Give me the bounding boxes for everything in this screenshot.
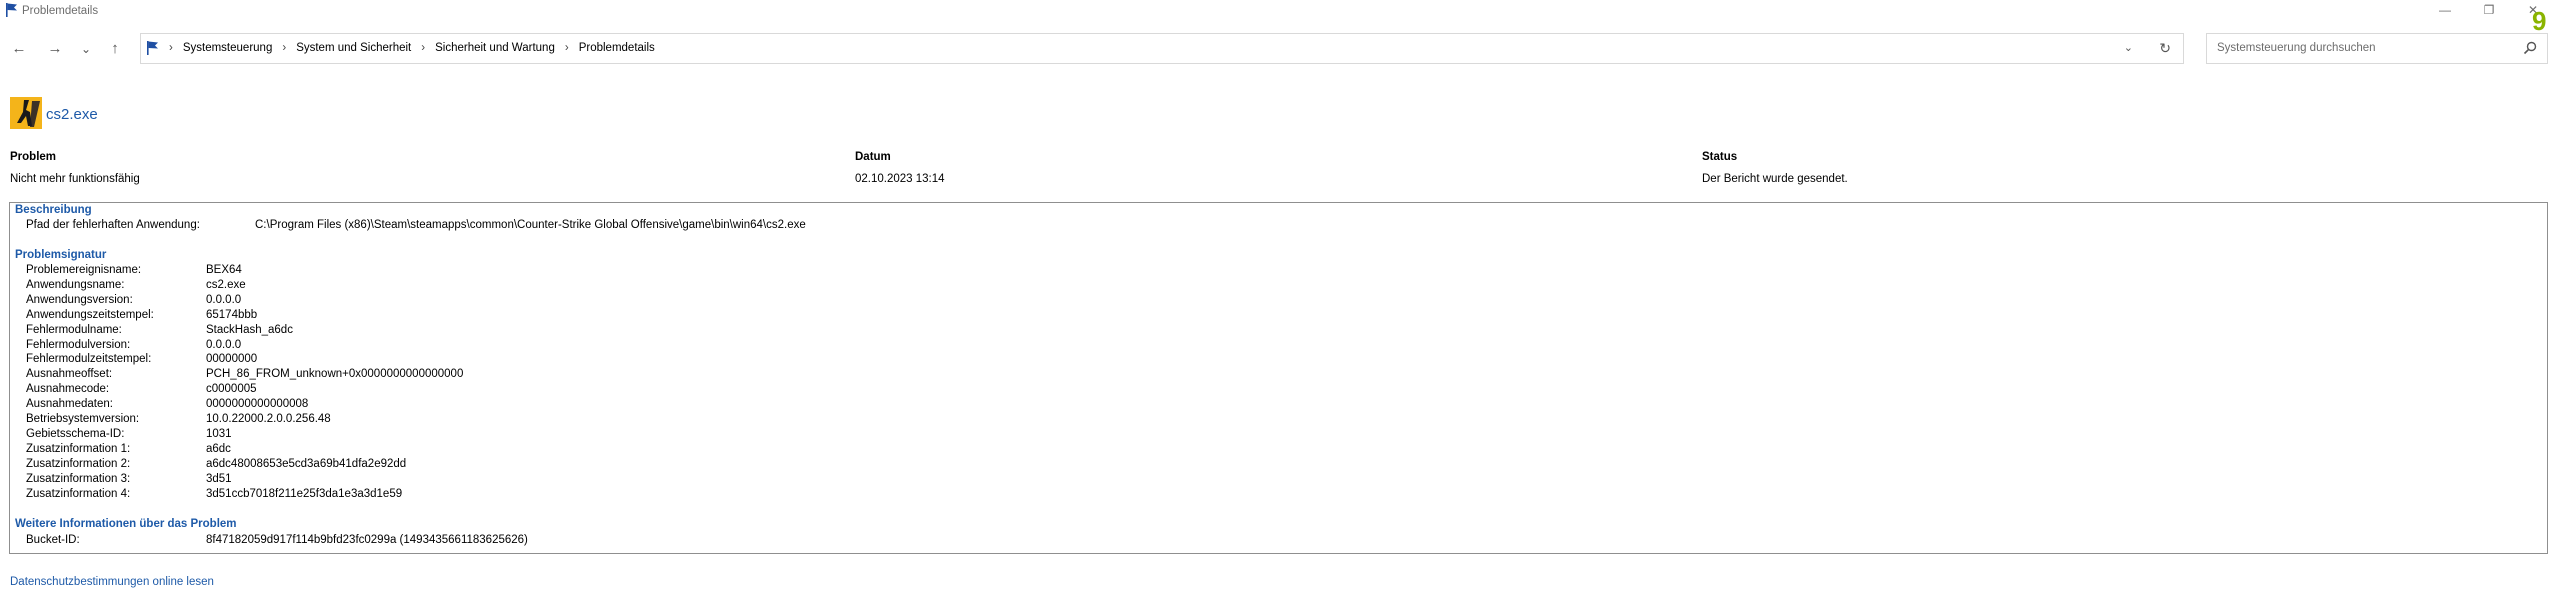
signature-label: Fehlermodulname:	[26, 323, 122, 336]
signature-value: a6dc48008653e5cd3a69b41dfa2e92dd	[206, 457, 407, 470]
more-info-heading: Weitere Informationen über das Problem	[15, 518, 237, 530]
title-bar: Problemdetails — ❐ ✕ 9	[0, 0, 2560, 34]
breadcrumb-item-systemsteuerung[interactable]: Systemsteuerung	[183, 34, 273, 63]
forward-button[interactable]: →	[44, 38, 66, 60]
signature-value: 65174bbb	[206, 308, 258, 321]
signature-label: Ausnahmedaten:	[26, 398, 113, 411]
signature-label: Zusatzinformation 2:	[26, 457, 131, 470]
signature-value: c0000005	[206, 383, 257, 396]
status-header: Status	[1702, 151, 1738, 163]
path-label: Pfad der fehlerhaften Anwendung:	[26, 219, 200, 231]
bucket-value: 8f47182059d917f114b9bfd23fc0299a (149343…	[206, 534, 528, 546]
signature-value: cs2.exe	[206, 278, 246, 291]
path-value: C:\Program Files (x86)\Steam\steamapps\c…	[255, 219, 806, 231]
breadcrumb-item-problemdetails[interactable]: Problemdetails	[579, 34, 655, 63]
description-heading: Beschreibung	[15, 204, 92, 216]
signature-label: Ausnahmecode:	[26, 383, 110, 396]
breadcrumb-item-system-und-sicherheit[interactable]: System und Sicherheit	[296, 34, 411, 63]
flag-icon	[6, 3, 18, 20]
search-icon[interactable]	[2523, 41, 2537, 58]
signature-label: Problemereignisname:	[26, 264, 142, 276]
signature-label: Zusatzinformation 1:	[26, 442, 131, 455]
problem-header: Problem	[10, 151, 57, 163]
signature-value: BEX64	[206, 264, 242, 276]
search-box[interactable]: Systemsteuerung durchsuchen	[2206, 33, 2548, 64]
breadcrumb-item-sicherheit-und-wartung[interactable]: Sicherheit und Wartung	[435, 34, 555, 63]
navigation-bar: ← → ⌄ ↑ › Systemsteuerung › System und S…	[0, 32, 2560, 66]
breadcrumb-separator: ›	[169, 42, 173, 54]
signature-value: 3d51	[206, 472, 232, 485]
signature-value: 00000000	[206, 353, 258, 366]
signature-value: StackHash_a6dc	[206, 323, 293, 336]
maximize-button[interactable]: ❐	[2474, 1, 2504, 19]
address-bar[interactable]: › Systemsteuerung › System und Sicherhei…	[140, 33, 2184, 64]
breadcrumb-separator[interactable]: ›	[421, 34, 425, 63]
signature-value: 1031	[206, 427, 232, 440]
signature-value: 3d51ccb7018f211e25f3da1e3a3d1e59	[206, 487, 403, 500]
breadcrumb-separator[interactable]: ›	[565, 34, 569, 63]
details-panel[interactable]: Beschreibung Pfad der fehlerhaften Anwen…	[9, 202, 2548, 554]
signature-value: 0.0.0.0	[206, 338, 242, 351]
signature-value: 10.0.22000.2.0.0.256.48	[206, 413, 331, 425]
signature-label: Betriebsystemversion:	[26, 413, 140, 425]
refresh-button[interactable]: ↻	[2159, 34, 2171, 63]
up-button[interactable]: ↑	[104, 38, 126, 60]
bucket-label: Bucket-ID:	[26, 534, 80, 546]
status-value: Der Bericht wurde gesendet.	[1702, 173, 1848, 185]
signature-label: Anwendungsversion:	[26, 293, 133, 306]
app-icon	[10, 97, 42, 129]
signature-value: 0.0.0.0	[206, 293, 242, 306]
breadcrumb-separator[interactable]: ›	[282, 34, 286, 63]
problem-value: Nicht mehr funktionsfähig	[10, 173, 140, 185]
signature-label: Gebietsschema-ID:	[26, 427, 125, 440]
signature-label: Fehlermodulzeitstempel:	[26, 353, 152, 366]
signature-label: Anwendungszeitstempel:	[26, 308, 154, 321]
recent-locations-button[interactable]: ⌄	[75, 38, 97, 60]
signature-label: Anwendungsname:	[26, 278, 125, 291]
minimize-button[interactable]: —	[2430, 1, 2460, 19]
date-value: 02.10.2023 13:14	[855, 173, 945, 185]
signature-value: PCH_86_FROM_unknown+0x0000000000000000	[206, 368, 464, 381]
signature-label: Fehlermodulversion:	[26, 338, 131, 351]
signature-label: Zusatzinformation 3:	[26, 472, 131, 485]
address-dropdown-button[interactable]: ⌄	[2124, 34, 2133, 63]
signature-value: 0000000000000008	[206, 398, 309, 411]
breadcrumb: › Systemsteuerung › System und Sicherhei…	[169, 34, 655, 63]
app-name: cs2.exe	[46, 106, 98, 123]
overlay-badge: 9	[2532, 6, 2547, 36]
signature-value: a6dc	[206, 442, 231, 455]
signature-label: Ausnahmeoffset:	[26, 368, 113, 381]
back-button[interactable]: ←	[8, 38, 30, 60]
search-placeholder[interactable]: Systemsteuerung durchsuchen	[2217, 34, 2376, 63]
privacy-link[interactable]: Datenschutzbestimmungen online lesen	[10, 576, 214, 588]
date-header: Datum	[855, 151, 891, 163]
signature-label: Zusatzinformation 4:	[26, 487, 131, 500]
window-title: Problemdetails	[22, 5, 99, 17]
flag-icon	[147, 41, 159, 58]
signature-heading: Problemsignatur	[15, 249, 107, 261]
